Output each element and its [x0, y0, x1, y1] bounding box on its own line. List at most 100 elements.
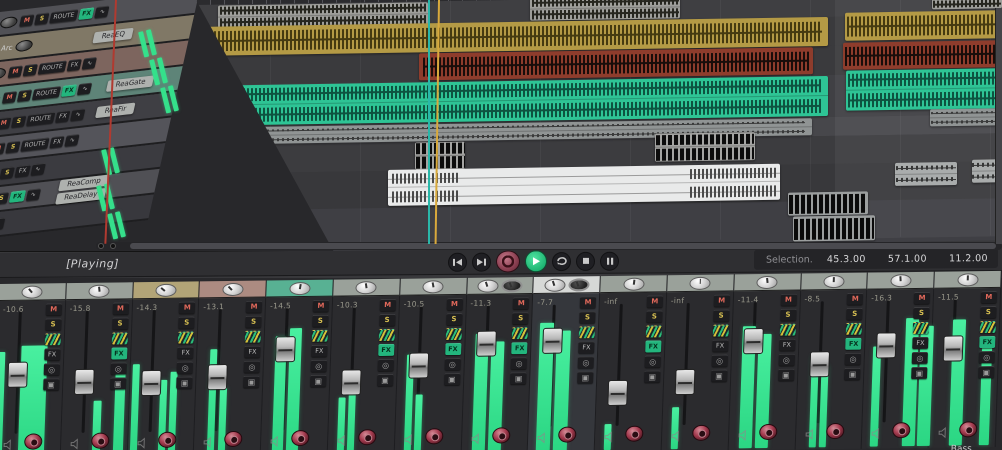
hscroll-zoom-dot[interactable] — [110, 243, 116, 249]
pan-knob[interactable] — [422, 279, 444, 293]
tcp-m-button[interactable]: M — [7, 65, 24, 79]
routing-button[interactable] — [244, 330, 262, 343]
record-arm-button[interactable] — [959, 421, 978, 438]
media-item[interactable] — [415, 141, 465, 170]
tcp-fx-button[interactable]: FX — [14, 164, 31, 178]
routing-button[interactable] — [44, 333, 61, 346]
mixer-strip[interactable]: -15.8 M S FX ◎ ▣ — [60, 282, 134, 450]
fx-button[interactable]: FX — [645, 340, 662, 353]
fx-button[interactable]: FX — [979, 335, 996, 349]
routing-button[interactable] — [845, 322, 863, 335]
mute-button[interactable]: M — [579, 296, 597, 309]
trim-button[interactable]: ◎ — [844, 352, 862, 365]
volume-fader[interactable] — [275, 336, 297, 363]
env-button[interactable]: ▣ — [109, 377, 127, 390]
speaker-icon[interactable] — [203, 433, 216, 450]
tcp-fx-button[interactable]: FX — [54, 109, 71, 123]
mixer-strip[interactable]: -14.5 M S FX ◎ ▣ — [260, 279, 334, 450]
tcp-s-button[interactable]: S — [0, 166, 15, 180]
env-button[interactable]: ▣ — [310, 374, 327, 387]
routing-button[interactable] — [645, 325, 663, 338]
fx-button[interactable]: FX — [444, 342, 462, 356]
media-item[interactable] — [655, 132, 755, 162]
volume-fader[interactable] — [340, 369, 362, 396]
routing-button[interactable] — [445, 327, 462, 341]
fx-button[interactable]: FX — [177, 346, 194, 359]
tcp-env-button[interactable]: ∿ — [25, 188, 41, 202]
tcp-fx-button[interactable]: FX — [66, 58, 83, 72]
trim-button[interactable]: ◎ — [510, 357, 528, 370]
solo-button[interactable]: S — [178, 316, 195, 329]
solo-button[interactable]: S — [44, 318, 62, 331]
record-arm-button[interactable] — [90, 432, 110, 449]
volume-fader[interactable] — [742, 328, 764, 355]
record-arm-button[interactable] — [357, 429, 377, 446]
volume-fader[interactable] — [674, 368, 696, 396]
vertical-scrollbar[interactable] — [995, 8, 1002, 244]
env-button[interactable]: ▣ — [777, 368, 795, 381]
routing-button[interactable] — [178, 331, 195, 344]
hscroll-handle[interactable] — [130, 243, 996, 249]
env-button[interactable]: ▣ — [644, 370, 661, 383]
env-button[interactable]: ▣ — [844, 367, 861, 380]
record-arm-button[interactable] — [291, 429, 310, 447]
tcp-s-button[interactable]: S — [34, 12, 50, 26]
tcp-env-button[interactable]: ∿ — [70, 108, 86, 121]
speaker-icon[interactable] — [871, 424, 884, 443]
mute-button[interactable]: M — [379, 298, 396, 312]
routing-button[interactable] — [979, 320, 996, 334]
routing-button[interactable] — [111, 332, 128, 345]
trim-button[interactable]: ◎ — [243, 360, 261, 373]
trim-button[interactable]: ◎ — [644, 355, 661, 368]
tcp-fx-button[interactable]: FX — [60, 84, 78, 98]
fx-button[interactable]: FX — [578, 341, 595, 354]
tcp-env-button[interactable]: ∿ — [77, 82, 93, 96]
media-item[interactable] — [930, 108, 998, 127]
tcp-m-button[interactable]: M — [0, 142, 6, 156]
go-to-end-button[interactable] — [472, 252, 491, 272]
record-arm-knob[interactable] — [14, 39, 34, 53]
mute-button[interactable]: M — [446, 297, 463, 311]
mute-button[interactable]: M — [913, 291, 931, 305]
speaker-icon[interactable] — [404, 431, 417, 450]
solo-button[interactable]: S — [512, 312, 529, 325]
record-arm-button[interactable] — [424, 428, 444, 445]
trim-button[interactable]: ◎ — [778, 353, 795, 366]
tcp-route-button[interactable]: ROUTE — [25, 111, 56, 127]
pan-knob[interactable] — [155, 283, 177, 297]
record-arm-button[interactable] — [625, 425, 644, 442]
tcp-env-button[interactable]: ∿ — [0, 217, 6, 231]
trim-button[interactable]: ◎ — [577, 356, 595, 369]
routing-button[interactable] — [311, 329, 329, 342]
volume-fader[interactable] — [73, 368, 95, 396]
record-arm-button[interactable] — [157, 431, 177, 448]
pan-knob[interactable] — [756, 275, 778, 289]
fx-button[interactable]: FX — [244, 345, 261, 358]
routing-button[interactable] — [578, 326, 596, 339]
record-arm-button[interactable] — [558, 426, 577, 443]
env-button[interactable]: ▣ — [243, 375, 260, 388]
selection-length[interactable]: 11.2.00 — [949, 253, 988, 264]
speaker-icon[interactable] — [804, 425, 817, 444]
mixer-strip[interactable]: -8.5 M S FX ◎ ▣ — [795, 272, 869, 450]
play-cursor-teal[interactable] — [428, 0, 430, 244]
mute-button[interactable]: M — [780, 293, 797, 306]
solo-button[interactable]: S — [312, 314, 329, 327]
record-arm-button[interactable] — [892, 422, 911, 439]
pan-knob[interactable] — [88, 284, 110, 298]
solo-button[interactable]: S — [378, 313, 396, 327]
solo-button[interactable]: S — [445, 312, 463, 326]
selection-end[interactable]: 57.1.00 — [888, 253, 927, 264]
mixer-strip[interactable]: -11.4 M S FX ◎ ▣ — [728, 273, 802, 450]
solo-button[interactable]: S — [646, 310, 663, 323]
trim-button[interactable]: ◎ — [711, 354, 728, 367]
pan-knob[interactable] — [568, 277, 590, 292]
media-item[interactable] — [530, 0, 680, 21]
trim-button[interactable]: ◎ — [310, 359, 327, 372]
pan-knob[interactable] — [501, 278, 523, 292]
media-item[interactable] — [845, 10, 1002, 41]
tcp-s-button[interactable]: S — [10, 114, 27, 128]
tcp-m-button[interactable]: M — [19, 14, 35, 27]
pan-knob[interactable] — [355, 280, 378, 294]
mute-button[interactable]: M — [312, 299, 330, 312]
